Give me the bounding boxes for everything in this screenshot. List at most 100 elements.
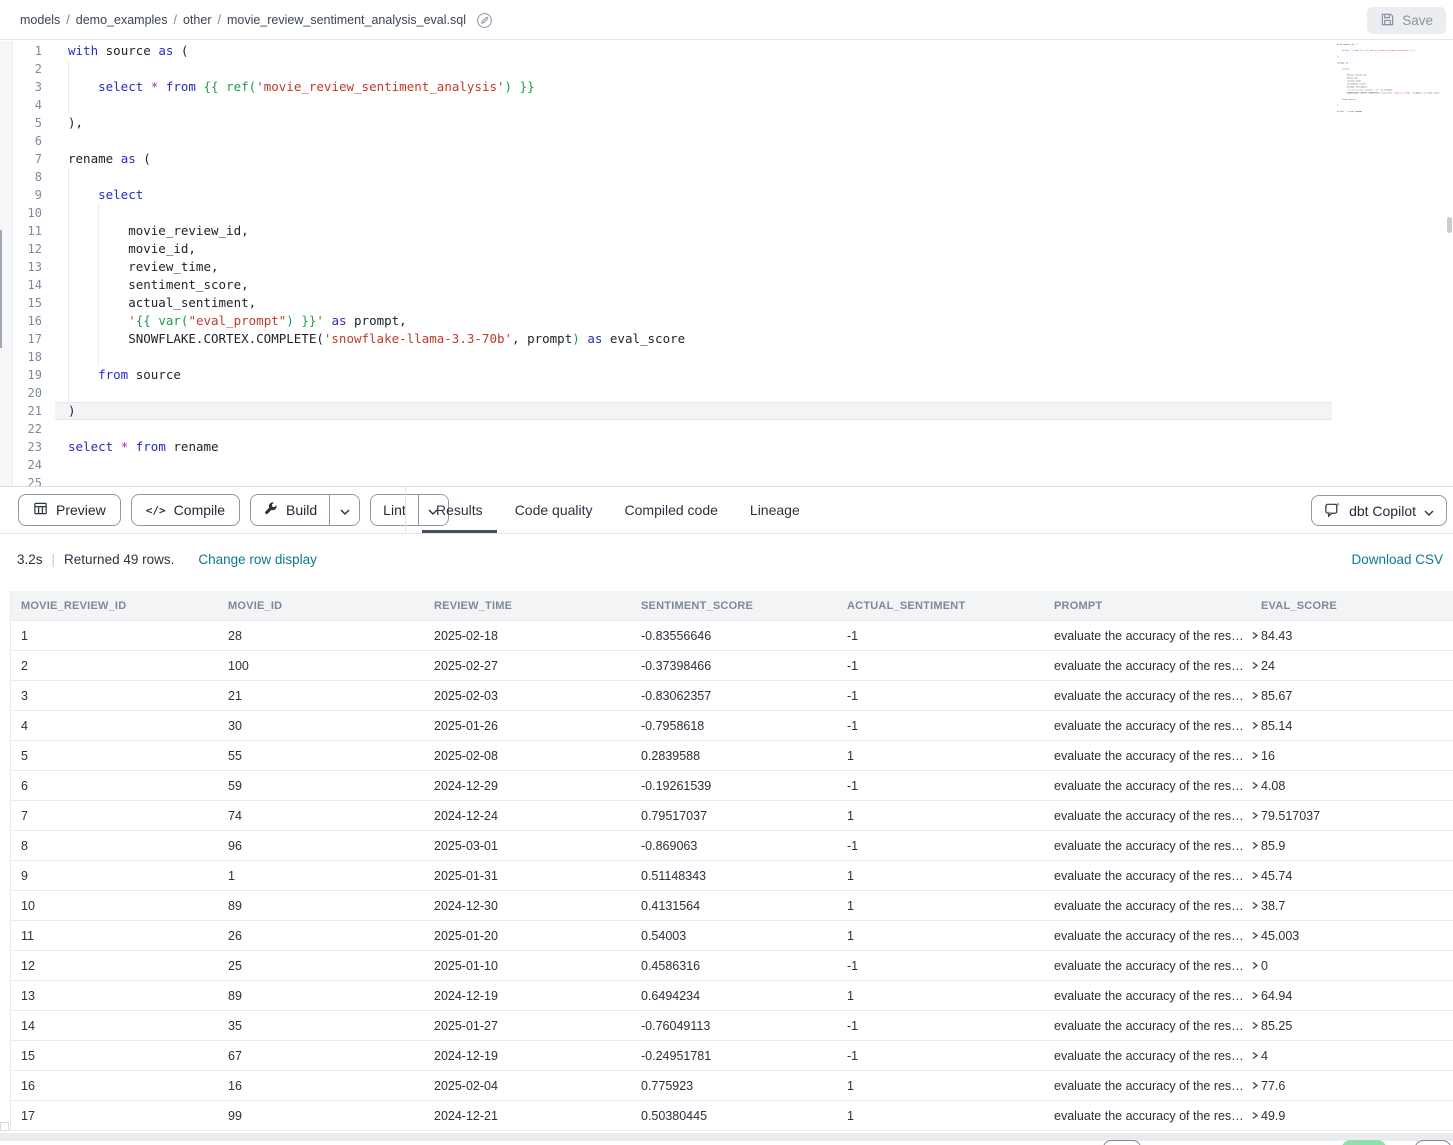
indent-guide: [68, 348, 69, 366]
breadcrumb-segment[interactable]: other: [183, 13, 212, 27]
code-line[interactable]: review_time,: [68, 258, 219, 276]
line-number: 17: [14, 330, 42, 348]
code-line[interactable]: rename as (: [68, 150, 151, 168]
indent-guide: [68, 96, 69, 114]
build-button-group: Build: [250, 494, 360, 526]
column-header-prompt: PROMPT: [1044, 600, 1251, 612]
cell: 1: [218, 869, 424, 883]
line-number: 8: [14, 168, 42, 186]
breadcrumb-segment[interactable]: models: [20, 13, 60, 27]
tab-lineage[interactable]: Lineage: [734, 487, 816, 533]
cell: 30: [218, 719, 424, 733]
code-token: actual_sentiment,: [68, 295, 256, 310]
code-line[interactable]: sentiment_score,: [68, 276, 249, 294]
code-token: rename: [68, 151, 121, 166]
indent-guide: [98, 348, 99, 366]
code-line[interactable]: actual_sentiment,: [68, 294, 256, 312]
cell: 1: [837, 809, 1044, 823]
code-token: source: [106, 43, 159, 58]
line-number: 6: [14, 132, 42, 150]
code-line[interactable]: movie_review_id,: [68, 222, 249, 240]
code-line[interactable]: movie_id,: [68, 240, 196, 258]
code-token: from: [166, 79, 204, 94]
column-header-sentiment_score: SENTIMENT_SCORE: [631, 600, 837, 612]
tab-code-quality[interactable]: Code quality: [499, 487, 609, 533]
horizontal-scrollbar[interactable]: [0, 1133, 1453, 1141]
download-csv-link[interactable]: Download CSV: [1351, 552, 1443, 567]
cell-eval-score: 0: [1251, 959, 1453, 973]
code-line[interactable]: ),: [68, 114, 83, 132]
footer-button-partial[interactable]: [1103, 1140, 1141, 1145]
sql-editor[interactable]: with source as ( select * from {{ ref('m…: [0, 41, 1453, 486]
breadcrumb-file-name[interactable]: movie_review_sentiment_analysis_eval.sql: [227, 13, 466, 27]
cell: 2025-03-01: [424, 839, 631, 853]
code-token: ): [572, 331, 580, 346]
cell: 2025-02-08: [424, 749, 631, 763]
results-tabs: ResultsCode qualityCompiled codeLineage: [420, 487, 816, 533]
prompt-preview-text: evaluate the accuracy of the res…: [1054, 1019, 1244, 1033]
code-line[interactable]: with source as (: [68, 42, 188, 60]
prompt-cell: evaluate the accuracy of the res…: [1044, 1079, 1251, 1093]
cell: 100: [218, 659, 424, 673]
line-number: 21: [14, 402, 42, 420]
cell: -1: [837, 1019, 1044, 1033]
code-token: {{ ref(: [204, 79, 257, 94]
cell: 8: [11, 839, 218, 853]
code-line[interactable]: select * from {{ ref('movie_review_senti…: [68, 78, 535, 96]
cell: 10: [11, 899, 218, 913]
breadcrumb-segment[interactable]: demo_examples: [76, 13, 168, 27]
code-token: ': [316, 313, 324, 328]
code-line[interactable]: ): [68, 402, 76, 420]
editor-vertical-scrollbar[interactable]: [1447, 217, 1452, 233]
preview-label: Preview: [56, 502, 106, 518]
footer-green-button-partial[interactable]: [1341, 1140, 1387, 1145]
cell: 0.50380445: [631, 1109, 837, 1123]
code-line[interactable]: '{{ var("eval_prompt") }}' as prompt,: [68, 312, 407, 330]
line-number: 4: [14, 96, 42, 114]
cell: -1: [837, 689, 1044, 703]
code-line[interactable]: SNOWFLAKE.CORTEX.COMPLETE('snowflake-lla…: [68, 330, 685, 348]
lint-button[interactable]: Lint: [371, 495, 418, 525]
save-button[interactable]: Save: [1367, 7, 1446, 34]
cell: -0.37398466: [631, 659, 837, 673]
code-line[interactable]: select: [68, 186, 143, 204]
build-dropdown-button[interactable]: [329, 495, 359, 525]
table-row: 1282025-02-18-0.83556646-1evaluate the a…: [11, 621, 1453, 651]
cell: 67: [218, 1049, 424, 1063]
code-line[interactable]: from source: [68, 366, 181, 384]
change-row-display-link[interactable]: Change row display: [198, 552, 317, 567]
tab-results[interactable]: Results: [420, 487, 499, 533]
code-token: as: [158, 43, 181, 58]
pane-resize-handle[interactable]: [0, 230, 2, 348]
cell: 0.51148343: [631, 869, 837, 883]
code-line[interactable]: select * from rename: [68, 438, 219, 456]
compile-button[interactable]: </> Compile: [131, 494, 240, 526]
editor-minimap[interactable]: with source as ( select * from {{ ref('m…: [1337, 43, 1449, 153]
code-token: (: [181, 43, 189, 58]
footer-button-partial[interactable]: [1414, 1140, 1452, 1145]
line-number: 15: [14, 294, 42, 312]
line-number: 22: [14, 420, 42, 438]
code-token: prompt,: [354, 313, 407, 328]
cell-eval-score: 85.9: [1251, 839, 1453, 853]
cell: 89: [218, 989, 424, 1003]
minimap-code: with source as ( select * from {{ ref('m…: [1337, 43, 1355, 119]
prompt-cell: evaluate the accuracy of the res…: [1044, 869, 1251, 883]
table-row: 3212025-02-03-0.83062357-1evaluate the a…: [11, 681, 1453, 711]
cell: 1: [837, 869, 1044, 883]
cell: -1: [837, 659, 1044, 673]
code-token: select: [68, 439, 121, 454]
table-row: 11262025-01-200.540031evaluate the accur…: [11, 921, 1453, 951]
tab-compiled-code[interactable]: Compiled code: [609, 487, 734, 533]
indent-guide: [68, 204, 69, 222]
file-header-bar: models/demo_examples/other/movie_review_…: [0, 0, 1453, 40]
cell: 2025-01-10: [424, 959, 631, 973]
preview-button[interactable]: Preview: [18, 494, 121, 526]
dbt-copilot-button[interactable]: dbt Copilot: [1311, 495, 1447, 526]
cell: 2024-12-29: [424, 779, 631, 793]
table-row: 16162025-02-040.7759231evaluate the accu…: [11, 1071, 1453, 1101]
build-button[interactable]: Build: [251, 495, 329, 525]
code-token: *: [121, 439, 136, 454]
code-token: select: [98, 187, 143, 202]
toolbar-divider: [405, 487, 406, 533]
